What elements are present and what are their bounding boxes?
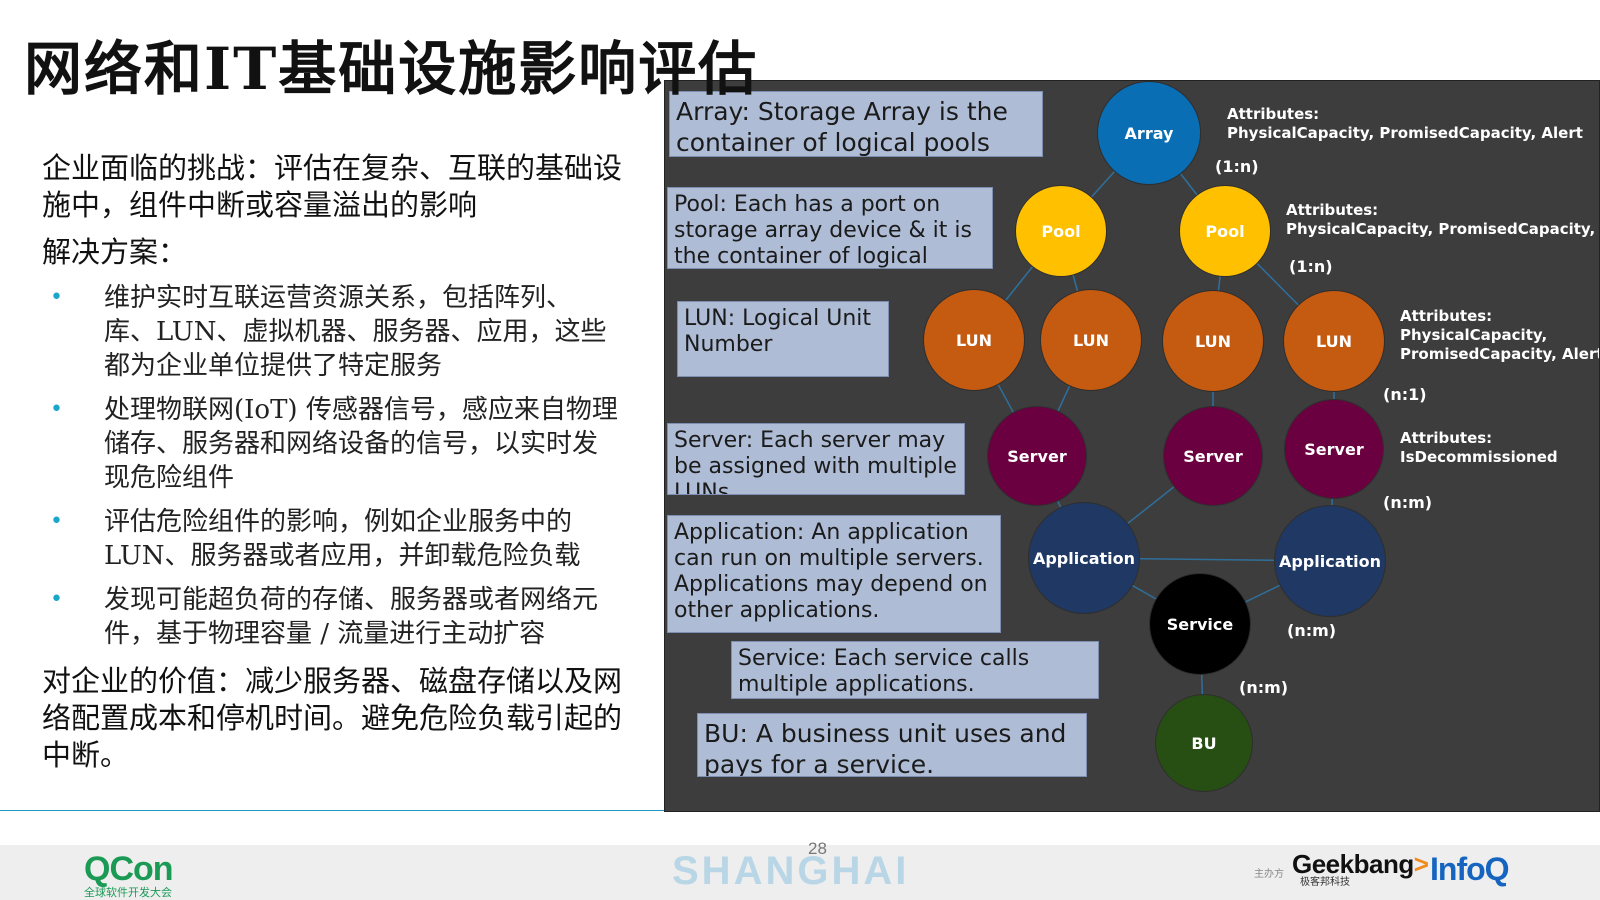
service-node: Service — [1149, 573, 1251, 675]
bullet-text: 处理物联网(IoT) 传感器信号，感应来自物理储存、服务器和网络设备的信号，以实… — [104, 395, 618, 493]
lun-attributes: Attributes: PhysicalCapacity, PromisedCa… — [1400, 307, 1600, 364]
page-title: 网络和IT基础设施影响评估 — [24, 35, 759, 103]
bullet-marker: • — [50, 587, 63, 612]
cardinality-service-bu: (n:m) — [1239, 678, 1289, 697]
pool-node: Pool — [1179, 185, 1271, 277]
cardinality-array-pool: (1:n) — [1215, 157, 1259, 176]
bullet-marker: • — [50, 509, 63, 534]
geekbang-arrow: > — [1413, 849, 1429, 879]
service-description: Service: Each service calls multiple app… — [731, 641, 1099, 699]
qcon-logo: QCon 全球软件开发大会 — [84, 850, 174, 899]
pool-description: Pool: Each has a port on storage array d… — [667, 187, 993, 269]
bullet-text: 维护实时互联运营资源关系，包括阵列、库、LUN、虚拟机器、服务器、应用，这些都为… — [104, 283, 607, 381]
bullet-marker: • — [50, 285, 63, 310]
bullet-marker: • — [50, 397, 63, 422]
attributes-label: Attributes: — [1400, 429, 1493, 447]
array-attributes: Attributes: PhysicalCapacity, PromisedCa… — [1227, 105, 1583, 143]
lun-node: LUN — [1283, 290, 1385, 392]
geekbang-text-b: bang — [1353, 849, 1415, 879]
value-paragraph: 对企业的价值：减少服务器、磁盘存储以及网络配置成本和停机时间。避免危险负载引起的… — [42, 664, 623, 772]
lun-node: LUN — [1040, 289, 1142, 391]
solution-bullet: • 维护实时互联运营资源关系，包括阵列、库、LUN、虚拟机器、服务器、应用，这些都… — [42, 281, 622, 383]
server-attributes: Attributes: IsDecommissioned — [1400, 429, 1558, 467]
solution-bullet: • 处理物联网(IoT) 传感器信号，感应来自物理储存、服务器和网络设备的信号，以… — [42, 393, 622, 495]
infoq-logo: InfoQ — [1430, 851, 1510, 887]
attributes-values: PhysicalCapacity, PromisedCapacity, Aler… — [1286, 220, 1599, 238]
geekbang-text-a: Geek — [1292, 849, 1354, 879]
server-description: Server: Each server may be assigned with… — [667, 423, 965, 495]
attributes-values: PhysicalCapacity, PromisedCapacity, Aler… — [1227, 124, 1583, 142]
application-description: Application: An application can run on m… — [667, 515, 1001, 633]
server-node: Server — [1284, 399, 1384, 499]
bu-description: BU: A business unit uses and pays for a … — [697, 713, 1087, 777]
cardinality-pool-lun: (1:n) — [1289, 257, 1333, 276]
array-node: Array — [1097, 81, 1201, 185]
cardinality-lun-server: (n:1) — [1383, 385, 1427, 404]
attributes-label: Attributes: — [1227, 105, 1320, 123]
application-node: Application — [1028, 502, 1140, 614]
attributes-values: IsDecommissioned — [1400, 448, 1558, 466]
geekbang-wordmark: Geekbang> — [1292, 849, 1429, 879]
bullet-text: 发现可能超负荷的存储、服务器或者网络元件，基于物理容量 / 流量进行主动扩容 — [104, 585, 599, 649]
solution-bullet: • 发现可能超负荷的存储、服务器或者网络元件，基于物理容量 / 流量进行主动扩容 — [42, 583, 622, 651]
lun-description: LUN: Logical Unit Number — [677, 301, 889, 377]
left-text-column: 企业面临的挑战：评估在复杂、互联的基础设施中，组件中断或容量溢出的影响 解决方案… — [42, 150, 622, 784]
attributes-label: Attributes: — [1400, 307, 1493, 325]
organizer-label: 主办方 — [1254, 869, 1284, 880]
cardinality-app-service: (n:m) — [1287, 621, 1337, 640]
pool-node: Pool — [1015, 185, 1107, 277]
bullet-text: 评估危险组件的影响，例如企业服务中的LUN、服务器或者应用，并卸载危险负载 — [104, 507, 581, 571]
city-wordmark: SHANGHAI — [672, 849, 910, 893]
page-number: 28 — [808, 839, 827, 858]
solution-list: • 维护实时互联运营资源关系，包括阵列、库、LUN、虚拟机器、服务器、应用，这些都… — [42, 281, 622, 651]
cardinality-server-app: (n:m) — [1383, 493, 1433, 512]
attributes-label: Attributes: — [1286, 201, 1379, 219]
attributes-values: PromisedCapacity, Alert — [1400, 345, 1600, 363]
application-node: Application — [1274, 505, 1386, 617]
challenge-paragraph: 企业面临的挑战：评估在复杂、互联的基础设施中，组件中断或容量溢出的影响 — [42, 151, 623, 222]
bu-node: BU — [1155, 694, 1253, 792]
server-node: Server — [1163, 406, 1263, 506]
graph-model-panel: Array: Storage Array is the container of… — [664, 80, 1600, 812]
footer-bar: QCon 全球软件开发大会 SHANGHAI 28 主办方 Geekbang> … — [0, 839, 1600, 900]
solution-heading: 解决方案： — [42, 235, 188, 269]
geekbang-logo: Geekbang> 极客邦科技 — [1292, 849, 1429, 889]
lun-node: LUN — [1162, 290, 1264, 392]
qcon-logo-subtitle: 全球软件开发大会 — [84, 886, 172, 899]
pool-attributes: Attributes: PhysicalCapacity, PromisedCa… — [1286, 201, 1599, 239]
lun-node: LUN — [923, 289, 1025, 391]
attributes-values: PhysicalCapacity, — [1400, 326, 1548, 344]
qcon-logo-text: QCon — [84, 850, 174, 888]
divider-line — [0, 810, 664, 811]
server-node: Server — [987, 406, 1087, 506]
solution-bullet: • 评估危险组件的影响，例如企业服务中的LUN、服务器或者应用，并卸载危险负载 — [42, 505, 622, 573]
